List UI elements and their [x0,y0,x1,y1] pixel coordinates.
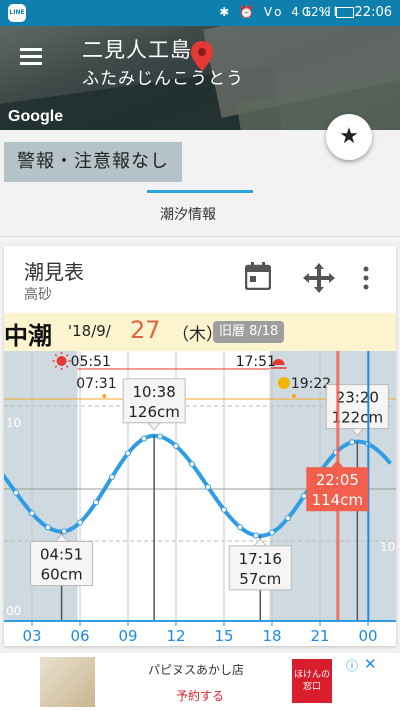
card-location: 高砂 [24,287,52,303]
map-pin-icon [191,41,213,71]
hour-dot [125,450,131,457]
place-reading: ふたみじんこうとう [82,69,244,89]
date-bar: 中潮 '18/9/ 27 （木） 旧暦 8/18 [4,313,396,351]
hour-dot [205,484,211,491]
extreme-time: 23:20 [336,389,379,407]
ad-close-icon[interactable]: ✕ [364,655,377,673]
date-prefix: '18/9/ [68,322,111,340]
moon-icon [277,377,290,389]
high-tide-label: 10:38 126cm [122,378,186,431]
map-header[interactable]: 二見人工島 ふたみじんこうとう Google [0,26,400,130]
extreme-time: 17:16 [239,550,282,568]
x-axis-bar [4,621,396,646]
hour-dot [109,473,115,480]
x-tick-label: 21 [310,627,329,645]
y-tick-label: 10 [6,416,21,430]
status-time: 22:06 [354,5,392,20]
hour-dot [173,442,179,449]
battery-icon [336,7,354,18]
x-tick-label: 03 [22,627,41,645]
x-tick-label: 06 [70,627,89,645]
hour-dot [77,519,83,526]
hour-dot [13,489,19,496]
tab-tide-info[interactable]: 潮汐情報 [160,204,216,224]
ad-banner[interactable]: パピヌスあかし店 予約する ほけんの 窓口 ⓘ ✕ [0,653,400,711]
tide-chart[interactable]: 10 00 10 05:51 17:51 07:31 19:22 04:51 60cm 10:… [4,351,396,646]
extreme-time: 10:38 [133,383,176,401]
x-tick-label: 12 [166,627,185,645]
status-bar: LINE ✱ ⏰ Vo 4G ıll 12% 22:06 [0,0,400,26]
ad-image[interactable] [40,657,95,707]
moonset-dot [102,394,107,398]
x-tick-label: 00 [358,627,377,645]
hour-dot [237,524,243,531]
x-tick-label: 15 [214,627,233,645]
hour-dot [45,524,51,531]
extreme-level: 126cm [128,403,180,421]
current-time: 22:05 [316,471,359,489]
google-logo: Google [8,108,64,125]
moonset-time: 07:31 [76,376,116,392]
more-options-icon[interactable] [362,266,370,290]
x-tick-label: 18 [262,627,281,645]
tide-card: 潮見表 高砂 中潮 '18/9/ 27 （木） 旧暦 8/18 10 00 10 0… [4,246,396,646]
hour-dot [269,529,275,536]
sunset-time: 17:51 [236,354,276,370]
line-app-icon: LINE [8,4,26,22]
hour-dot [189,461,195,468]
favorite-button[interactable]: ★ [326,114,372,160]
hour-dot [29,510,35,517]
current-level: 114cm [312,491,364,509]
y-tick-label: 10 [380,540,395,554]
sunrise-time: 05:51 [71,354,111,370]
ad-cta-button[interactable]: 予約する [176,687,224,704]
ad-title[interactable]: パピヌスあかし店 [148,661,244,678]
moonrise-time: 19:22 [291,376,331,392]
x-tick-label: 09 [118,627,137,645]
lunar-date-badge: 旧暦 8/18 [213,321,285,343]
hour-dot [221,506,227,513]
extreme-level: 60cm [41,566,83,584]
divider [0,236,400,237]
hour-dot [349,439,355,446]
extreme-time: 04:51 [40,546,83,564]
calendar-icon[interactable] [245,262,271,290]
hour-dot [93,499,99,506]
extreme-level: 57cm [239,570,281,588]
high-tide-label: 23:20122cm [325,384,389,437]
move-icon[interactable] [302,262,336,294]
ad-info-icon[interactable]: ⓘ [346,657,358,674]
hour-dot [157,433,163,440]
y-tick-label: 00 [6,604,21,618]
hour-dot [285,515,291,522]
low-tide-label: 17:16 57cm [228,538,292,591]
date-day: 27 [130,316,161,344]
card-title: 潮見表 [24,260,84,284]
hour-dot [141,435,147,442]
star-icon: ★ [339,124,359,149]
battery-percent: 12% [303,5,330,19]
menu-icon[interactable] [20,48,42,66]
ad-logo[interactable]: ほけんの 窓口 [292,659,332,703]
hour-dot [253,532,259,539]
moonrise-dot [291,394,296,398]
current-level-label: 22:05 114cm [306,460,369,512]
low-tide-label: 04:51 60cm [30,533,94,586]
warning-badge: 警報・注意報なし [4,142,182,182]
tab-indicator [147,190,253,193]
place-name: 二見人工島 [82,38,192,62]
hour-dot [301,493,307,500]
tide-type: 中潮 [4,322,52,350]
